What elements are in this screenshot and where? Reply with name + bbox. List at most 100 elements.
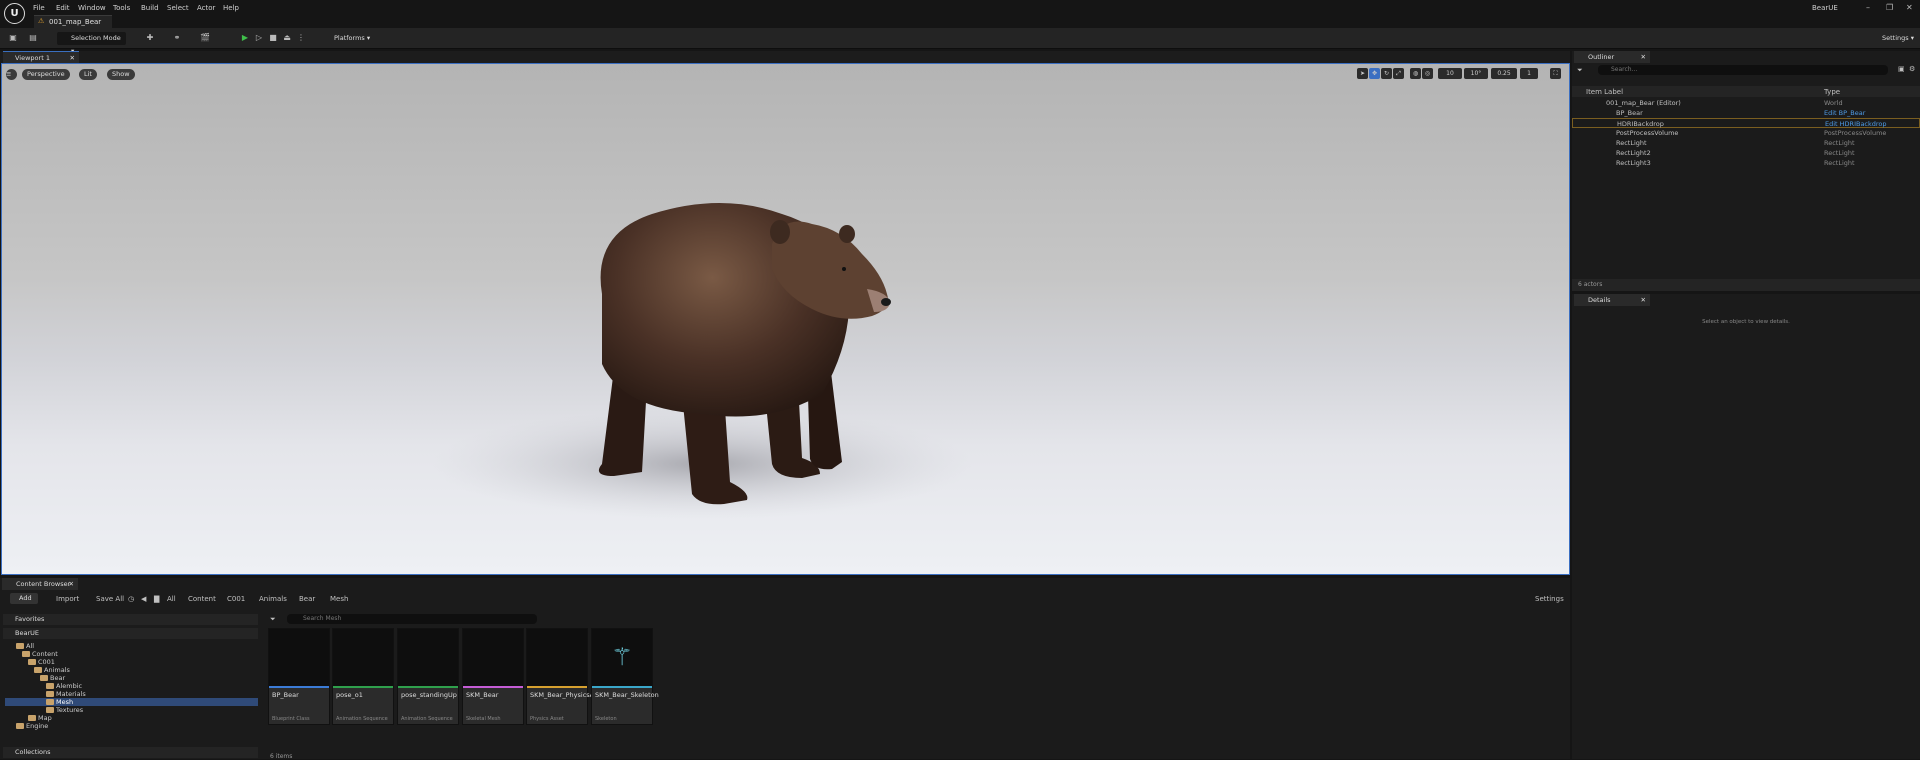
tree-label: Materials bbox=[56, 690, 86, 698]
map-tab[interactable]: ⚠ 001_map_Bear bbox=[34, 15, 112, 28]
breadcrumb-bear[interactable]: Bear bbox=[299, 595, 315, 603]
import-button[interactable]: Import bbox=[56, 595, 79, 603]
type-column-header[interactable]: Type bbox=[1824, 88, 1840, 96]
close-tab-icon[interactable]: ✕ bbox=[1641, 294, 1646, 306]
grid-snap-toggle[interactable]: 10 bbox=[1438, 68, 1462, 79]
asset-tile[interactable]: ⚚ SKM_Bear_Skeleton Skeleton bbox=[591, 628, 659, 725]
tree-item[interactable]: Animals bbox=[34, 666, 70, 674]
play-icon[interactable]: ▶ bbox=[240, 33, 250, 43]
outliner-row-selected[interactable]: HDRIBackdrop Edit HDRIBackdrop bbox=[1572, 118, 1920, 128]
favorites-section[interactable]: Favorites bbox=[3, 614, 258, 625]
breadcrumb-c001[interactable]: C001 bbox=[227, 595, 245, 603]
filter-icon[interactable]: ⏷ bbox=[1577, 66, 1583, 75]
asset-tile[interactable]: BP_Bear Blueprint Class bbox=[268, 628, 330, 725]
menu-select[interactable]: Select bbox=[167, 4, 189, 12]
tree-item[interactable]: Mesh bbox=[46, 698, 73, 706]
save-icon[interactable]: ▣ bbox=[8, 33, 18, 43]
project-section[interactable]: BearUE bbox=[3, 628, 258, 639]
menu-help[interactable]: Help bbox=[223, 4, 239, 12]
menu-file[interactable]: File bbox=[33, 4, 45, 12]
outliner-row[interactable]: RectLight2 RectLight bbox=[1572, 148, 1920, 158]
menu-window[interactable]: Window bbox=[78, 4, 106, 12]
tree-item[interactable]: Map bbox=[28, 714, 52, 722]
selection-mode-dropdown[interactable]: Selection Mode ▾ bbox=[57, 32, 126, 55]
outliner-row[interactable]: RectLight RectLight bbox=[1572, 138, 1920, 148]
breadcrumb-content[interactable]: Content bbox=[188, 595, 216, 603]
filter-icon[interactable]: ⏷ bbox=[270, 615, 276, 624]
collections-section[interactable]: Collections bbox=[3, 747, 258, 758]
close-icon[interactable]: ✕ bbox=[1906, 3, 1913, 12]
level-viewport[interactable]: ≡ Perspective Lit Show ➤ ✥ ↻ ⤢ ◍ ◎ 10 10… bbox=[1, 63, 1570, 575]
breadcrumb-mesh[interactable]: Mesh bbox=[330, 595, 348, 603]
view-mode-button[interactable]: Lit bbox=[79, 69, 97, 80]
tree-item[interactable]: Alembic bbox=[46, 682, 82, 690]
back-icon[interactable]: ◀ bbox=[141, 595, 146, 603]
outliner-row[interactable]: 001_map_Bear (Editor) World bbox=[1572, 98, 1920, 108]
add-filter-icon[interactable]: ▣ bbox=[1898, 65, 1905, 73]
menu-edit[interactable]: Edit bbox=[56, 4, 70, 12]
more-options-icon[interactable]: ⋮ bbox=[296, 33, 306, 43]
asset-tile[interactable]: SKM_Bear Skeletal Mesh bbox=[462, 628, 524, 725]
scale-icon[interactable]: ⤢ bbox=[1393, 68, 1404, 79]
row-type[interactable]: Edit BP_Bear bbox=[1824, 108, 1865, 118]
asset-tile[interactable]: pose_o1 Animation Sequence bbox=[332, 628, 394, 725]
tree-item[interactable]: Content bbox=[22, 650, 58, 658]
cb-settings-button[interactable]: Settings bbox=[1535, 595, 1564, 603]
asset-tile[interactable]: SKM_Bear_PhysicsAsset Physics Asset bbox=[526, 628, 607, 725]
outliner-row[interactable]: RectLight3 RectLight bbox=[1572, 158, 1920, 168]
content-browser-tab[interactable]: Content Browser ✕ bbox=[2, 578, 78, 590]
menu-build[interactable]: Build bbox=[141, 4, 159, 12]
step-icon[interactable]: ▷ bbox=[254, 33, 264, 43]
rotation-snap-toggle[interactable]: 10° bbox=[1464, 68, 1488, 79]
select-icon[interactable]: ➤ bbox=[1357, 68, 1368, 79]
minimize-icon[interactable]: – bbox=[1866, 3, 1870, 12]
outliner-search-input[interactable]: Search... bbox=[1598, 65, 1888, 75]
rotate-icon[interactable]: ↻ bbox=[1381, 68, 1392, 79]
surface-snap-icon[interactable]: ◎ bbox=[1422, 68, 1433, 79]
viewport-options-icon[interactable]: ≡ bbox=[6, 69, 17, 80]
menu-actor[interactable]: Actor bbox=[197, 4, 215, 12]
show-button[interactable]: Show bbox=[107, 69, 135, 80]
tree-item[interactable]: All bbox=[16, 642, 34, 650]
settings-icon[interactable]: ⚙ bbox=[1909, 65, 1915, 73]
outliner-row[interactable]: BP_Bear Edit BP_Bear bbox=[1572, 108, 1920, 118]
cinematics-icon[interactable]: 🎬 bbox=[200, 33, 210, 43]
translate-icon[interactable]: ✥ bbox=[1369, 68, 1380, 79]
breadcrumb-all[interactable]: All bbox=[167, 595, 176, 603]
add-actor-icon[interactable]: ✚ bbox=[145, 33, 155, 43]
menu-tools[interactable]: Tools bbox=[113, 4, 130, 12]
stop-icon[interactable]: ■ bbox=[268, 33, 278, 43]
add-button[interactable]: Add bbox=[10, 593, 38, 604]
details-tab[interactable]: Details ✕ bbox=[1574, 294, 1650, 306]
breadcrumb-animals[interactable]: Animals bbox=[259, 595, 287, 603]
save-all-button[interactable]: Save All bbox=[96, 595, 124, 603]
tree-item[interactable]: Engine bbox=[16, 722, 48, 730]
asset-tile[interactable]: pose_standingUp Animation Sequence bbox=[397, 628, 459, 725]
scale-snap-toggle[interactable]: 0.25 bbox=[1491, 68, 1517, 79]
maximize-viewport-icon[interactable]: ⛶ bbox=[1550, 68, 1561, 79]
label-column-header[interactable]: Item Label bbox=[1586, 88, 1623, 96]
tree-item[interactable]: Textures bbox=[46, 706, 83, 714]
history-icon[interactable]: ◷ bbox=[128, 595, 134, 603]
settings-dropdown[interactable]: Settings ▾ bbox=[1868, 32, 1916, 45]
tree-item[interactable]: Materials bbox=[46, 690, 86, 698]
tree-item[interactable]: Bear bbox=[40, 674, 65, 682]
perspective-button[interactable]: Perspective bbox=[22, 69, 70, 80]
platforms-dropdown[interactable]: Platforms ▾ bbox=[320, 32, 372, 45]
close-tab-icon[interactable]: ✕ bbox=[1641, 51, 1646, 63]
maximize-icon[interactable]: ❐ bbox=[1886, 3, 1893, 12]
folder-icon bbox=[46, 707, 54, 713]
world-local-icon[interactable]: ◍ bbox=[1410, 68, 1421, 79]
close-tab-icon[interactable]: ✕ bbox=[69, 578, 74, 590]
camera-speed-button[interactable]: 1 bbox=[1520, 68, 1538, 79]
outliner-tab[interactable]: Outliner ✕ bbox=[1574, 51, 1650, 63]
content-icon[interactable]: ▤ bbox=[28, 33, 38, 43]
tree-item-selected[interactable] bbox=[5, 698, 258, 706]
outliner-row[interactable]: PostProcessVolume PostProcessVolume bbox=[1572, 128, 1920, 138]
tree-item[interactable]: C001 bbox=[28, 658, 55, 666]
asset-search-input[interactable]: Search Mesh bbox=[287, 614, 537, 624]
viewport-tab[interactable]: Viewport 1 ✕ bbox=[3, 51, 79, 63]
blueprint-icon[interactable]: ⚭ bbox=[172, 33, 182, 43]
folder-icon[interactable]: ▇ bbox=[154, 595, 159, 603]
eject-icon[interactable]: ⏏ bbox=[282, 33, 292, 43]
